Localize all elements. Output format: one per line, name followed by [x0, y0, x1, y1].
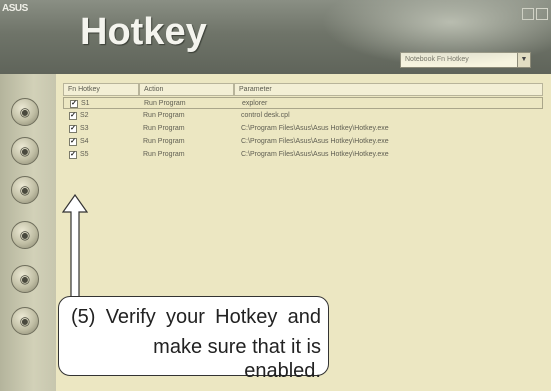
column-header-action[interactable]: Action: [139, 83, 234, 96]
disc-icon: ◉: [19, 228, 31, 242]
disc-icon: ◉: [19, 314, 31, 328]
mode-select[interactable]: Notebook Fn Hotkey ▼: [400, 52, 531, 68]
sidebar-button-5[interactable]: ◉: [11, 265, 39, 293]
parameter-cell: C:\Program Files\Asus\Asus Hotkey\Hotkey…: [241, 151, 389, 158]
chevron-down-icon[interactable]: ▼: [517, 53, 530, 67]
parameter-cell: control desk.cpl: [241, 112, 290, 119]
action-cell: Run Program: [144, 100, 186, 107]
enabled-checkbox[interactable]: ✓: [69, 125, 77, 133]
sidebar-button-4[interactable]: ◉: [11, 221, 39, 249]
column-header-parameter[interactable]: Parameter: [234, 83, 543, 96]
table-row[interactable]: ✓ S1 Run Program explorer: [63, 97, 543, 109]
title-bar: ASUS Hotkey Notebook Fn Hotkey ▼: [0, 0, 551, 74]
fn-hotkey-cell: S4: [80, 138, 89, 145]
parameter-cell: C:\Program Files\Asus\Asus Hotkey\Hotkey…: [241, 138, 389, 145]
fn-hotkey-cell: S5: [80, 151, 89, 158]
minimize-button[interactable]: [522, 8, 534, 20]
callout-line-2: make sure that it is enabled.: [153, 336, 321, 382]
sidebar-button-6[interactable]: ◉: [11, 307, 39, 335]
enabled-checkbox[interactable]: ✓: [69, 112, 77, 120]
parameter-cell: C:\Program Files\Asus\Asus Hotkey\Hotkey…: [241, 125, 389, 132]
up-arrow-icon: [62, 194, 88, 298]
mode-select-value: Notebook Fn Hotkey: [405, 56, 469, 63]
disc-icon: ◉: [19, 272, 31, 286]
callout-line-1: (5) Verify your Hotkey and: [71, 306, 321, 328]
brand-logo: ASUS: [2, 3, 28, 14]
disc-icon: ◉: [19, 105, 31, 119]
window-title: Hotkey: [80, 11, 207, 53]
disc-icon: ◉: [19, 183, 31, 197]
instruction-callout: (5) Verify your Hotkey and make sure tha…: [58, 296, 329, 382]
enabled-checkbox[interactable]: ✓: [69, 138, 77, 146]
enabled-checkbox[interactable]: ✓: [69, 151, 77, 159]
enabled-checkbox[interactable]: ✓: [70, 100, 78, 108]
column-header-fn-hotkey[interactable]: Fn Hotkey: [63, 83, 139, 96]
fn-hotkey-cell: S2: [80, 112, 89, 119]
hotkey-window: ASUS Hotkey Notebook Fn Hotkey ▼ ◉ ◉ ◉ ◉…: [0, 0, 551, 391]
sidebar: ◉ ◉ ◉ ◉ ◉ ◉: [0, 74, 56, 391]
action-cell: Run Program: [143, 151, 185, 158]
fn-hotkey-cell: S3: [80, 125, 89, 132]
sidebar-button-3[interactable]: ◉: [11, 176, 39, 204]
parameter-cell: explorer: [242, 100, 268, 107]
sidebar-button-2[interactable]: ◉: [11, 137, 39, 165]
table-row[interactable]: ✓ S3 Run Program C:\Program Files\Asus\A…: [63, 123, 543, 135]
table-row[interactable]: ✓ S2 Run Program control desk.cpl: [63, 110, 543, 122]
table-row[interactable]: ✓ S5 Run Program C:\Program Files\Asus\A…: [63, 149, 543, 161]
action-cell: Run Program: [143, 112, 185, 119]
close-button[interactable]: [536, 8, 548, 20]
action-cell: Run Program: [143, 125, 185, 132]
table-row[interactable]: ✓ S4 Run Program C:\Program Files\Asus\A…: [63, 136, 543, 148]
disc-icon: ◉: [19, 144, 31, 158]
fn-hotkey-cell: S1: [81, 100, 90, 107]
sidebar-button-1[interactable]: ◉: [11, 98, 39, 126]
action-cell: Run Program: [143, 138, 185, 145]
